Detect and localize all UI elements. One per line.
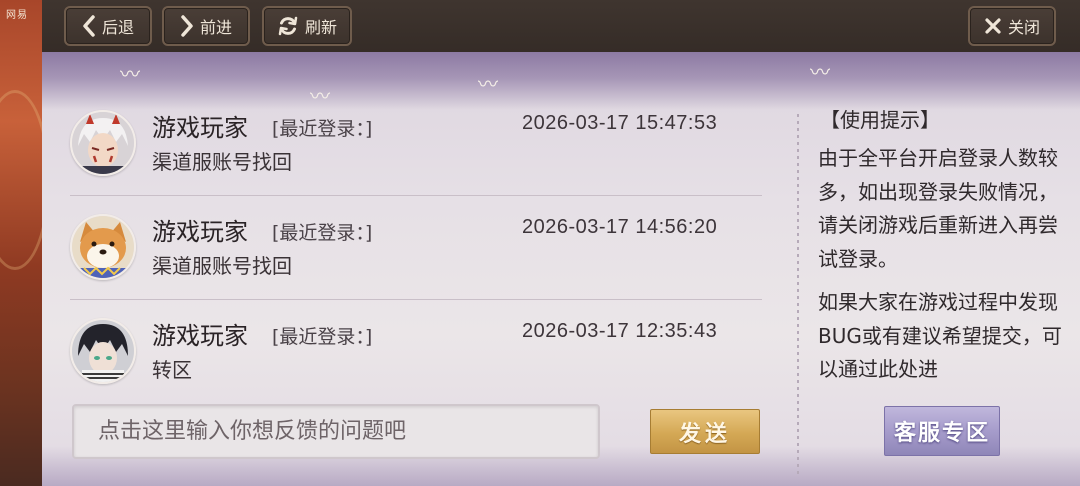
shiba-dog-avatar-icon — [72, 216, 134, 278]
list-divider — [70, 195, 762, 196]
tips-paragraph: 如果大家在游戏过程中发现BUG或有建议希望提交，可以通过此处进 — [818, 290, 1062, 381]
forward-label: 前进 — [199, 18, 232, 37]
chevron-left-icon — [83, 15, 95, 37]
conversation-timestamp: 2026-03-17 15:47:53 — [522, 112, 718, 134]
feedback-input[interactable] — [72, 404, 600, 459]
conversation-timestamp: 2026-03-17 14:56:20 — [522, 216, 718, 238]
chevron-right-icon — [181, 15, 193, 37]
conversation-name: 游戏玩家 — [152, 218, 248, 246]
close-button[interactable]: 关闭 — [968, 6, 1056, 46]
last-login-label: [最近登录：] — [272, 222, 373, 244]
app-root: 网易 后退 前进 刷新 关闭 〰 〰 〰 〰 游戏玩家 [最近登录：] 2026… — [0, 0, 1080, 486]
last-login-label: [最近登录：] — [272, 118, 373, 140]
customer-service-button[interactable]: 客服专区 — [884, 406, 1000, 456]
last-login-label: [最近登录：] — [272, 326, 373, 348]
refresh-button[interactable]: 刷新 — [262, 6, 352, 46]
back-label: 后退 — [101, 18, 134, 37]
panel-divider — [797, 114, 799, 474]
refresh-icon — [278, 16, 298, 36]
close-label: 关闭 — [1007, 18, 1040, 37]
tips-title: 【使用提示】 — [820, 108, 940, 132]
conversation-timestamp: 2026-03-17 12:35:43 — [522, 320, 718, 342]
conversation-subject: 渠道服账号找回 — [152, 150, 292, 174]
feedback-panel: 〰 〰 〰 〰 游戏玩家 [最近登录：] 2026-03-17 15:47:53… — [42, 52, 1080, 486]
dark-hair-character-avatar-icon — [72, 320, 134, 382]
avatar — [70, 318, 136, 384]
list-item[interactable]: 游戏玩家 [最近登录：] 2026-03-17 15:47:53 渠道服账号找回 — [70, 104, 762, 204]
swallow-decoration-icon: 〰 — [120, 62, 140, 86]
conversation-name: 游戏玩家 — [152, 114, 248, 142]
avatar — [70, 214, 136, 280]
white-hair-character-avatar-icon — [72, 112, 134, 174]
forward-button[interactable]: 前进 — [162, 6, 250, 46]
brand-label: 网易 — [6, 10, 28, 21]
conversation-subject: 转区 — [152, 358, 192, 382]
panel-header-decoration — [42, 52, 1080, 110]
refresh-label: 刷新 — [304, 18, 337, 37]
list-divider — [70, 299, 762, 300]
list-item[interactable]: 游戏玩家 [最近登录：] 2026-03-17 12:35:43 转区 — [70, 312, 762, 412]
back-button[interactable]: 后退 — [64, 6, 152, 46]
swallow-decoration-icon: 〰 — [478, 72, 498, 96]
browser-toolbar: 后退 前进 刷新 关闭 — [42, 0, 1080, 52]
close-icon — [985, 18, 1001, 34]
game-backdrop: 网易 — [0, 0, 50, 486]
tips-paragraph: 由于全平台开启登录人数较多，如出现登录失败情况，请关闭游戏后重新进入再尝试登录。 — [818, 146, 1058, 271]
swallow-decoration-icon: 〰 — [810, 60, 830, 84]
conversation-name: 游戏玩家 — [152, 322, 248, 350]
avatar — [70, 110, 136, 176]
send-button[interactable]: 发送 — [650, 409, 760, 454]
conversation-subject: 渠道服账号找回 — [152, 254, 292, 278]
list-item[interactable]: 游戏玩家 [最近登录：] 2026-03-17 14:56:20 渠道服账号找回 — [70, 208, 762, 308]
